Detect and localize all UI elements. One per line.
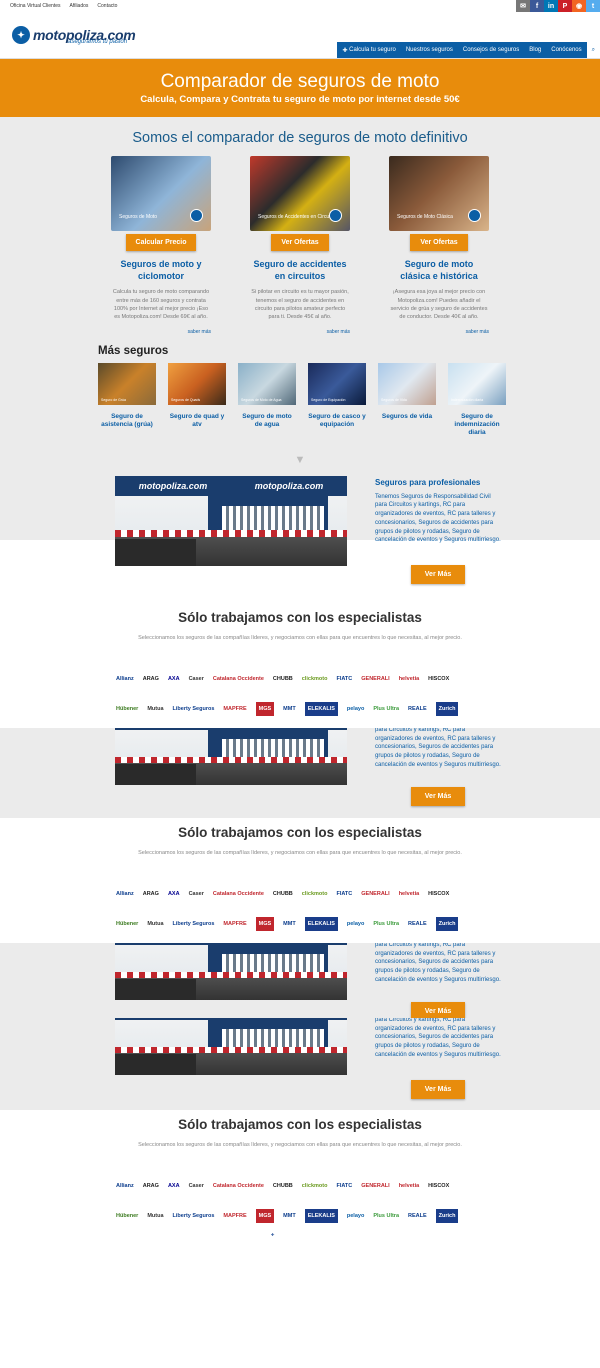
specialists-title: Sólo trabajamos con los especialistas	[178, 1117, 422, 1132]
insurer-logo: Mutua	[147, 921, 164, 927]
insurer-logo: clickmoto	[301, 676, 328, 682]
specialists-title: Sólo trabajamos con los especialistas	[178, 825, 422, 840]
insurer-logo: FIATC	[336, 676, 353, 682]
insurer-logo: CHUBB	[272, 676, 293, 682]
pro-block-repeat: para Circuitos y kartings, RC para organ…	[0, 943, 600, 1018]
insurer-logo: Mutua	[147, 1213, 164, 1219]
specialists-text: Seleccionamos los seguros de las compañí…	[138, 850, 462, 856]
insurer-logo: Caser	[188, 676, 204, 682]
insurer-logo: MAPFRE	[223, 706, 247, 712]
insurer-logo: ELEKALIS	[304, 702, 338, 716]
insurer-logo: Catalana Occidente	[212, 676, 264, 682]
insurer-logo: AXA	[167, 891, 180, 897]
insurer-logo: ELEKALIS	[304, 1209, 338, 1223]
insurer-logo: Plus Ultra	[373, 706, 400, 712]
insurer-logo: Liberty Seguros	[172, 921, 215, 927]
pro-description: para Circuitos y kartings, RC para organ…	[375, 943, 501, 983]
insurer-logos-row: Hübener Mutua Liberty Seguros MAPFRE MGS MMT E…	[116, 917, 467, 931]
pro-block-repeat: para Circuitos y kartings, RC para organ…	[0, 1018, 600, 1110]
insurer-logo: Hübener	[116, 1213, 139, 1219]
pro-description: para Circuitos y kartings, RC para organ…	[375, 1018, 501, 1058]
pro-image	[115, 943, 347, 1000]
insurer-logo: Allianz	[116, 676, 134, 682]
specialists-text: Seleccionamos los seguros de las compañí…	[138, 1142, 462, 1148]
specialists-text: Seleccionamos los seguros de las compañí…	[138, 635, 462, 641]
insurer-logo: HISCOX	[428, 676, 450, 682]
insurer-logo: MGS	[255, 1209, 275, 1223]
insurer-logo: Zurich	[435, 1209, 459, 1223]
insurer-logo: Catalana Occidente	[212, 1183, 264, 1189]
page-footer-space	[0, 1245, 600, 1368]
insurer-logo: GENERALI	[361, 891, 390, 897]
insurer-logo: MMT	[283, 921, 296, 927]
insurer-logo: ARAG	[142, 1183, 159, 1189]
insurer-logo: MAPFRE	[223, 921, 247, 927]
insurer-logo: Plus Ultra	[373, 1213, 400, 1219]
insurer-logo: REALE	[408, 706, 427, 712]
insurer-logo: ELEKALIS	[304, 917, 338, 931]
ver-mas-button[interactable]: Ver Más	[411, 1080, 465, 1099]
insurer-logo: Liberty Seguros	[172, 706, 215, 712]
insurer-logo: Hübener	[116, 921, 139, 927]
insurer-logo: Plus Ultra	[373, 921, 400, 927]
insurer-logo: Caser	[188, 891, 204, 897]
insurer-logo: MGS	[255, 917, 275, 931]
insurer-logo: Allianz	[116, 891, 134, 897]
insurer-logo: FIATC	[336, 891, 353, 897]
insurer-logo: Zurich	[435, 917, 459, 931]
insurer-logo: MMT	[283, 1213, 296, 1219]
insurer-logo: ARAG	[142, 891, 159, 897]
insurer-logo: Liberty Seguros	[172, 1213, 215, 1219]
insurer-logo: ✈	[271, 1232, 275, 1237]
insurer-logo: pelayo	[346, 706, 365, 712]
insurer-logos-row: Hübener Mutua Liberty Seguros MAPFRE MGS MMT E…	[116, 1209, 467, 1223]
insurer-logo: FIATC	[336, 1183, 353, 1189]
insurer-logo: AXA	[167, 676, 180, 682]
insurer-logo: Zurich	[435, 702, 459, 716]
specialists-title: Sólo trabajamos con los especialistas	[178, 610, 422, 625]
insurer-logo: CHUBB	[272, 1183, 293, 1189]
insurer-logo: MMT	[283, 706, 296, 712]
insurer-logo: helvetia	[398, 891, 420, 897]
insurer-logo: GENERALI	[361, 1183, 390, 1189]
pro-image	[115, 728, 347, 785]
ver-mas-button[interactable]: Ver Más	[411, 787, 465, 806]
insurer-logo: HISCOX	[428, 1183, 450, 1189]
insurer-logo: AXA	[167, 1183, 180, 1189]
insurer-logos-row: Hübener Mutua Liberty Seguros MAPFRE MGS MMT E…	[116, 702, 467, 716]
insurer-logo: REALE	[408, 921, 427, 927]
insurer-logo: Catalana Occidente	[212, 891, 264, 897]
specialists-section: Sólo trabajamos con los especialistas Sel…	[0, 818, 600, 943]
pro-description: para Circuitos y kartings, RC para organ…	[375, 728, 501, 768]
insurer-logo: ARAG	[142, 676, 159, 682]
pro-block-repeat: para Circuitos y kartings, RC para organ…	[0, 728, 600, 818]
insurer-logo: clickmoto	[301, 891, 328, 897]
insurer-logo: MAPFRE	[223, 1213, 247, 1219]
insurer-logo: helvetia	[398, 1183, 420, 1189]
insurer-logo: Mutua	[147, 706, 164, 712]
specialists-section: Sólo trabajamos con los especialistas Sel…	[0, 1110, 600, 1245]
insurer-logo: MGS	[255, 702, 275, 716]
pro-image	[115, 1018, 347, 1075]
insurer-logo: Caser	[188, 1183, 204, 1189]
insurer-logo: Hübener	[116, 706, 139, 712]
insurer-logo: HISCOX	[428, 891, 450, 897]
insurer-logo: GENERALI	[361, 676, 390, 682]
insurer-logo: REALE	[408, 1213, 427, 1219]
insurer-logos-row: Allianz ARAG AXA Caser Catalana Occidente CHU…	[116, 676, 458, 682]
insurer-logos-row: Allianz ARAG AXA Caser Catalana Occidente CHU…	[116, 1183, 458, 1189]
insurer-logo: helvetia	[398, 676, 420, 682]
specialists-section: Sólo trabajamos con los especialistas Sel…	[0, 603, 600, 728]
insurer-logo: Allianz	[116, 1183, 134, 1189]
insurer-logos-row: Allianz ARAG AXA Caser Catalana Occidente CHU…	[116, 891, 458, 897]
insurer-logo: pelayo	[346, 921, 365, 927]
ver-mas-button[interactable]: Ver Más	[411, 1002, 465, 1018]
insurer-logo: clickmoto	[301, 1183, 328, 1189]
insurer-logo: CHUBB	[272, 891, 293, 897]
insurer-logo: pelayo	[346, 1213, 365, 1219]
